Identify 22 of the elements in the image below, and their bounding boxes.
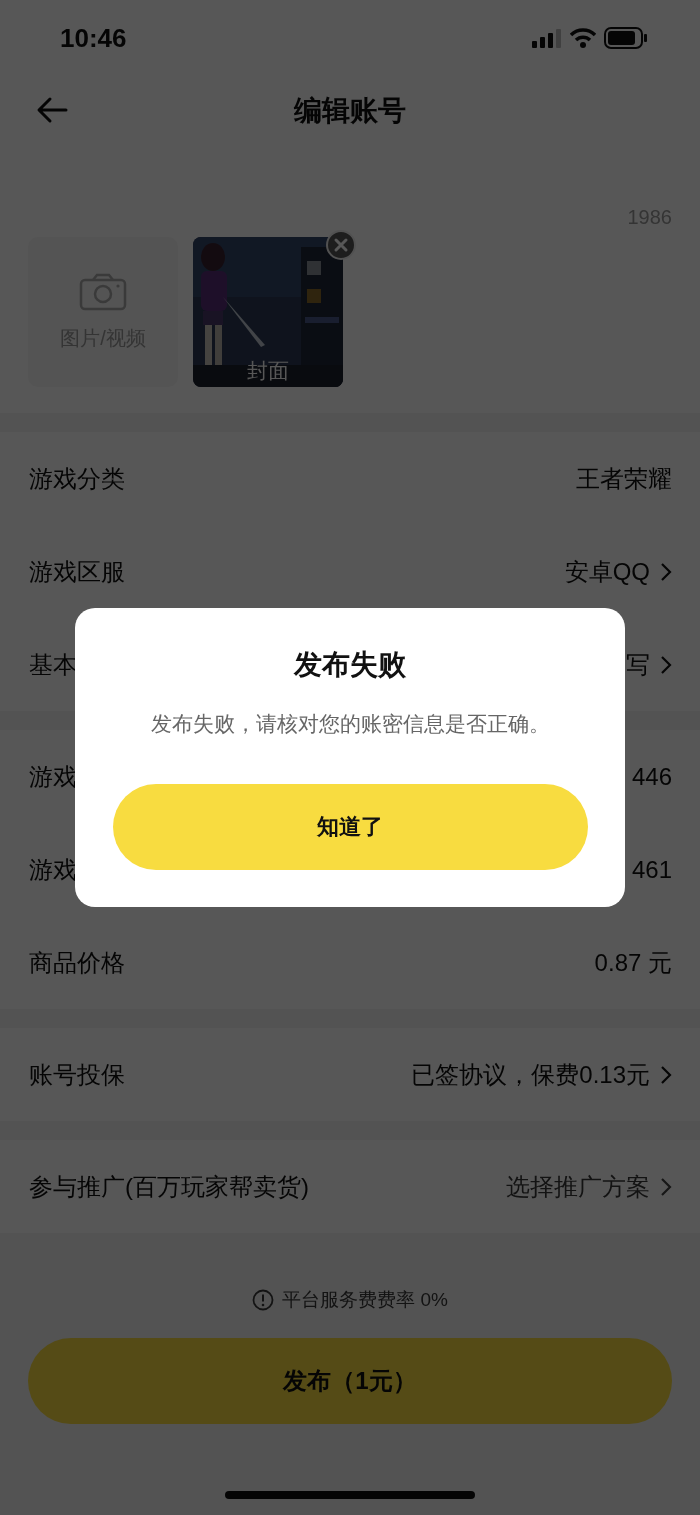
dialog-title: 发布失败 xyxy=(294,648,406,682)
row-value: 446 xyxy=(631,762,672,791)
page-title: 编辑账号 xyxy=(294,94,406,128)
row-value: 0.87 元 xyxy=(594,947,672,978)
row-label: 游戏分类 xyxy=(29,463,125,494)
cover-label: 封面 xyxy=(246,358,290,384)
row-label: 游戏 xyxy=(29,854,77,885)
dialog-message: 发布失败，请核对您的账密信息是否正确。 xyxy=(150,711,550,737)
status-time: 10:46 xyxy=(60,22,127,54)
row-label: 基本 xyxy=(29,649,77,680)
fee-note: 平台服务费费率 0% xyxy=(282,1288,448,1312)
row-value: 王者荣耀 xyxy=(576,463,672,494)
row-value: 461 xyxy=(631,855,672,884)
row-value: 已签协议，保费0.13元 xyxy=(411,1059,650,1090)
row-placeholder: 选择推广方案 xyxy=(506,1171,650,1202)
row-label: 账号投保 xyxy=(29,1059,125,1090)
row-label: 商品价格 xyxy=(29,947,125,978)
row-label: 游戏 xyxy=(29,761,77,792)
row-label: 参与推广(百万玩家帮卖货) xyxy=(29,1171,309,1202)
row-value: 安卓QQ xyxy=(564,556,650,587)
row-label: 游戏区服 xyxy=(29,556,125,587)
row-value: 写 xyxy=(626,649,650,680)
